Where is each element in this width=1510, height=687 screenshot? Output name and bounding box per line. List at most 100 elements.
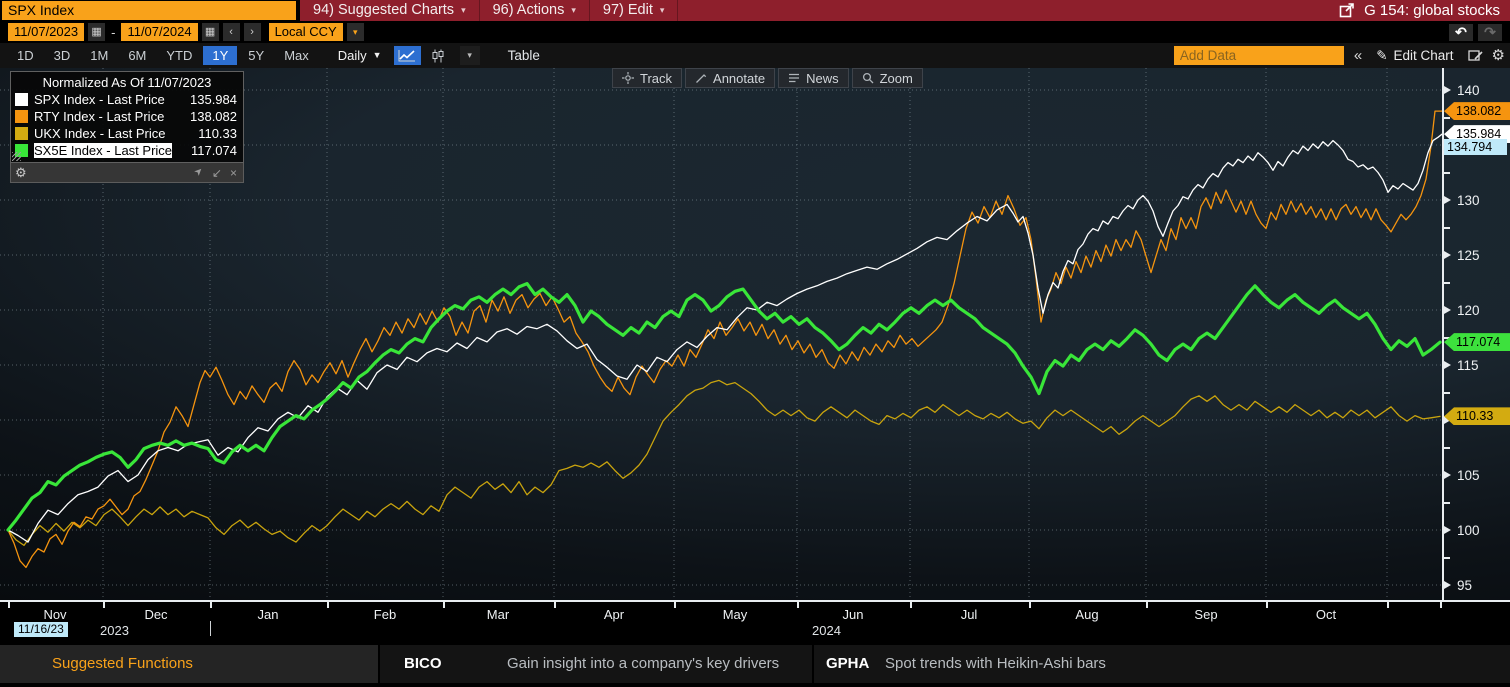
legend-swatch <box>15 110 28 123</box>
legend-item-ukx[interactable]: UKX Index - Last Price110.33 <box>11 125 243 142</box>
legend-item-label: RTY Index - Last Price <box>34 109 164 124</box>
end-date-calendar-icon[interactable]: ▦ <box>202 23 219 41</box>
chart-edit-icon <box>1468 49 1484 62</box>
range-tab-3d[interactable]: 3D <box>45 46 80 65</box>
chart-type-dropdown-icon[interactable]: ▾ <box>460 46 480 65</box>
range-tab-1y[interactable]: 1Y <box>203 46 237 65</box>
range-tab-max[interactable]: Max <box>275 46 318 65</box>
range-tab-6m[interactable]: 6M <box>119 46 155 65</box>
time-axis-tick <box>554 602 556 608</box>
chevron-down-icon: ▾ <box>660 0 665 21</box>
month-label-may: May <box>723 607 748 622</box>
legend-gear-icon[interactable]: ⚙ <box>15 163 27 182</box>
undo-button[interactable]: ↶ <box>1449 24 1473 41</box>
axis-minor-tick <box>1444 557 1450 559</box>
zoom-button[interactable]: Zoom <box>852 68 923 88</box>
chevron-down-icon: ▾ <box>571 0 576 21</box>
axis-minor-tick <box>1444 392 1450 394</box>
legend-resize-handle[interactable] <box>12 152 21 161</box>
candlestick-chart-type-button[interactable] <box>425 46 452 65</box>
add-data-input[interactable] <box>1174 46 1344 65</box>
time-axis-tick <box>210 602 212 608</box>
month-label-jun: Jun <box>843 607 864 622</box>
line-chart-type-button[interactable] <box>394 46 421 65</box>
legend-item-rty[interactable]: RTY Index - Last Price138.082 <box>11 108 243 125</box>
track-icon <box>622 72 634 84</box>
axis-tick-label: 100 <box>1457 522 1480 539</box>
suggested-functions-bar: Suggested Functions BICO Gain insight in… <box>0 645 1510 683</box>
last-price-badge: 110.33 <box>1444 407 1510 425</box>
month-label-nov: Nov <box>43 607 66 622</box>
tool-label: News <box>806 71 839 86</box>
pin-icon[interactable]: ➤ <box>192 165 208 181</box>
function-shortcut-bico[interactable]: BICO <box>404 645 442 683</box>
track-button[interactable]: Track <box>612 68 682 88</box>
menu-96-actions[interactable]: 96) Actions▾ <box>480 0 590 21</box>
menu-94-suggested-charts[interactable]: 94) Suggested Charts ▾ <box>300 0 480 21</box>
date-bar: 11/07/2023 ▦ - 11/07/2024 ▦ ‹ › Local CC… <box>0 21 1510 43</box>
legend-footer: ⚙ ➤ ↙ × <box>10 163 244 183</box>
legend-item-sx5e[interactable]: SX5E Index - Last Price117.074 <box>11 142 243 159</box>
time-axis-tick <box>797 602 799 608</box>
edit-chart-label: Edit Chart <box>1394 46 1454 65</box>
axis-tick <box>1444 306 1451 314</box>
news-button[interactable]: News <box>778 68 849 88</box>
chevron-down-icon: ▾ <box>461 0 466 21</box>
function-desc-bico: Gain insight into a company's key driver… <box>507 645 779 683</box>
start-date-calendar-icon[interactable]: ▦ <box>88 23 105 41</box>
bloomberg-terminal-window: SPX Index 94) Suggested Charts▾96) Actio… <box>0 0 1510 687</box>
range-tab-ytd[interactable]: YTD <box>157 46 201 65</box>
frequency-select[interactable]: Daily ▼ <box>330 46 390 65</box>
month-label-jan: Jan <box>258 607 279 622</box>
axis-tick-label: 140 <box>1457 82 1480 99</box>
export-icon[interactable] <box>1339 3 1355 18</box>
toolbar-right-cluster: « ✎ Edit Chart ⚙ <box>1174 46 1505 65</box>
legend-item-spx[interactable]: SPX Index - Last Price135.984 <box>11 91 243 108</box>
time-axis-tick <box>1146 602 1148 608</box>
function-shortcut-gpha[interactable]: GPHA <box>826 645 869 683</box>
menu-label: 94) Suggested Charts <box>313 0 454 21</box>
range-tab-1d[interactable]: 1D <box>8 46 43 65</box>
axis-tick <box>1444 471 1451 479</box>
zoom-icon <box>862 72 874 84</box>
time-axis-tick <box>1029 602 1031 608</box>
gear-icon[interactable]: ⚙ <box>1492 46 1505 65</box>
footer-divider <box>812 645 814 683</box>
minimize-icon[interactable]: ↙ <box>212 166 222 180</box>
end-date-field[interactable]: 11/07/2024 <box>121 23 197 41</box>
month-label-dec: Dec <box>144 607 167 622</box>
legend-panel[interactable]: Normalized As Of 11/07/2023 SPX Index - … <box>10 71 244 183</box>
currency-dropdown-icon[interactable]: ▾ <box>347 23 364 41</box>
chart-region: 95100105110115120125130135140138.082135.… <box>0 68 1510 600</box>
annotate-icon <box>695 72 707 84</box>
axis-minor-tick <box>1444 227 1450 229</box>
redo-button[interactable]: ↷ <box>1478 24 1502 41</box>
start-date-field[interactable]: 11/07/2023 <box>8 23 84 41</box>
range-tab-1m[interactable]: 1M <box>81 46 117 65</box>
close-icon[interactable]: × <box>230 166 237 180</box>
axis-minor-tick <box>1444 502 1450 504</box>
edit-chart-button[interactable]: ✎ Edit Chart <box>1372 46 1457 65</box>
legend-title: Normalized As Of 11/07/2023 <box>11 72 243 91</box>
menu-label: 97) Edit <box>603 0 653 21</box>
menu-97-edit[interactable]: 97) Edit ▾ <box>590 0 679 21</box>
annotate-button[interactable]: Annotate <box>685 68 775 88</box>
table-button[interactable]: Table <box>498 46 550 65</box>
time-axis-tick <box>103 602 105 608</box>
axis-tick-label: 95 <box>1457 577 1472 594</box>
chart-tools: TrackAnnotate News Zoom <box>612 68 923 88</box>
ticker-input[interactable]: SPX Index <box>2 1 296 20</box>
time-axis-tick <box>1387 602 1389 608</box>
currency-select[interactable]: Local CCY <box>269 23 343 41</box>
axis-minor-tick <box>1444 447 1450 449</box>
chart-settings-button[interactable] <box>1466 46 1486 65</box>
line-chart-icon <box>398 49 416 62</box>
time-axis-tick <box>8 602 10 608</box>
collapse-panel-button[interactable]: « <box>1350 46 1366 65</box>
range-tab-5y[interactable]: 5Y <box>239 46 273 65</box>
shift-range-forward-button[interactable]: › <box>244 23 261 41</box>
shift-range-back-button[interactable]: ‹ <box>223 23 240 41</box>
month-label-jul: Jul <box>961 607 978 622</box>
value-axis[interactable]: 95100105110115120125130135140138.082135.… <box>1442 68 1510 600</box>
function-title: G 154: global stocks <box>1339 2 1510 19</box>
